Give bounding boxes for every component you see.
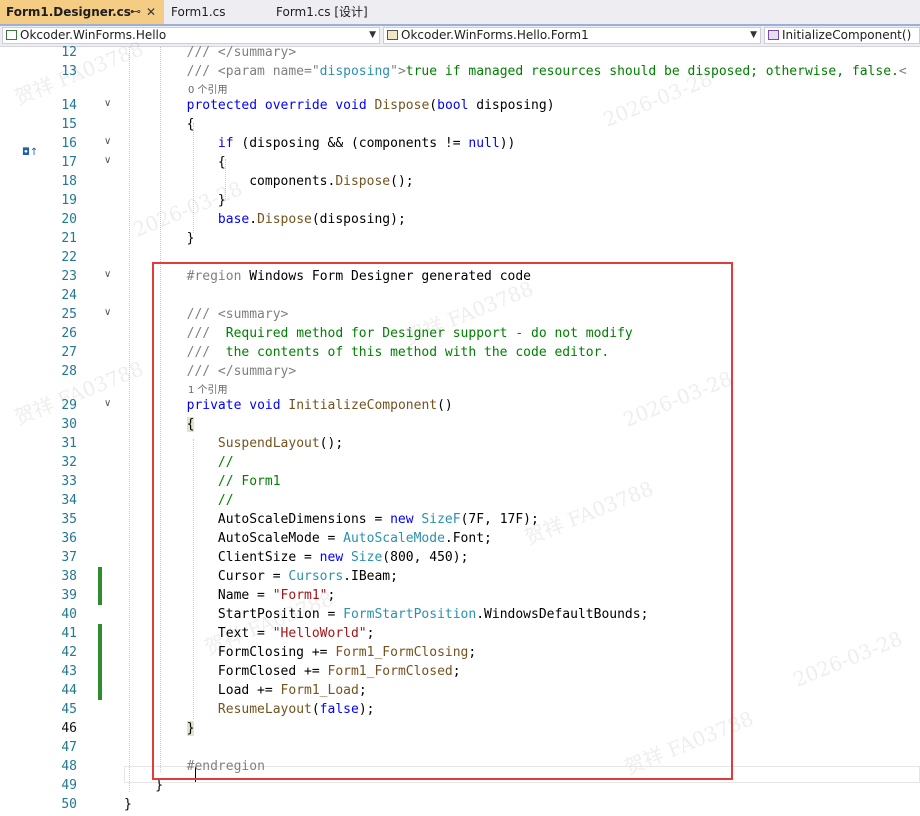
code-line: /// </summary> [124, 45, 297, 60]
line-number: 22 [61, 250, 77, 265]
project-dropdown-value: Okcoder.WinForms.Hello [20, 28, 167, 42]
line-number: 23 [61, 269, 77, 284]
document-tab-bar: Form1.Designer.cs ⊷ ✕ Form1.cs Form1.cs … [0, 0, 920, 26]
line-number: 14 [61, 98, 77, 113]
line-number: 18 [61, 174, 77, 189]
class-dropdown-value: Okcoder.WinForms.Hello.Form1 [401, 28, 589, 42]
code-line: /// <param name="disposing">true if mana… [124, 64, 907, 79]
line-number: 12 [61, 45, 77, 60]
line-number: 32 [61, 455, 77, 470]
codelens-references[interactable]: 0 个引用 [188, 81, 228, 96]
line-number: 39 [61, 588, 77, 603]
code-line: { [124, 155, 226, 170]
code-line: } [124, 778, 164, 793]
member-dropdown[interactable]: InitializeComponent() [764, 27, 920, 44]
class-dropdown[interactable]: Okcoder.WinForms.Hello.Form1 ▼ [383, 27, 761, 44]
class-icon [387, 30, 398, 40]
line-number: 45 [61, 702, 77, 717]
line-number: 21 [61, 231, 77, 246]
line-number: 17 [61, 155, 77, 170]
change-marker [98, 624, 102, 700]
code-line: protected override void Dispose(bool dis… [186, 98, 555, 113]
line-number: 13 [61, 64, 77, 79]
close-icon[interactable]: ✕ [146, 0, 156, 24]
chevron-down-icon: ▼ [369, 30, 376, 40]
line-number: 41 [61, 626, 77, 641]
code-line: if (disposing && (components != null)) [217, 136, 516, 151]
line-number: 26 [61, 326, 77, 341]
csharp-project-icon [6, 30, 17, 40]
tab-form1-cs[interactable]: Form1.cs [165, 0, 269, 24]
line-number: 33 [61, 474, 77, 489]
tab-form1-design[interactable]: Form1.cs [设计] [270, 0, 390, 24]
line-number: 34 [61, 493, 77, 508]
line-number: 31 [61, 436, 77, 451]
line-number: 25 [61, 307, 77, 322]
project-dropdown[interactable]: Okcoder.WinForms.Hello ▼ [2, 27, 380, 44]
line-number: 44 [61, 683, 77, 698]
tab-label: Form1.cs [设计] [276, 5, 368, 19]
line-number: 50 [61, 797, 77, 812]
line-number: 15 [61, 117, 77, 132]
fold-chevron-icon[interactable]: ∨ [104, 398, 111, 409]
change-marker [98, 567, 102, 605]
code-line: components.Dispose(); [124, 174, 414, 189]
line-number: 35 [61, 512, 77, 527]
line-number: 43 [61, 664, 77, 679]
line-number: 46 [61, 721, 77, 736]
tab-label: Form1.Designer.cs [6, 5, 131, 19]
line-number: 38 [61, 569, 77, 584]
line-number: 27 [61, 345, 77, 360]
watermark: 2026-03-28 [789, 626, 906, 692]
code-line: } [124, 797, 132, 812]
tab-form1-designer[interactable]: Form1.Designer.cs ⊷ ✕ [0, 0, 164, 24]
line-number: 42 [61, 645, 77, 660]
line-number: 29 [61, 398, 77, 413]
fold-chevron-icon[interactable]: ∨ [104, 136, 111, 147]
line-number: 49 [61, 778, 77, 793]
method-icon [768, 30, 779, 40]
chevron-down-icon: ▼ [750, 30, 757, 40]
line-number: 48 [61, 759, 77, 774]
code-line: } [124, 231, 195, 246]
member-dropdown-value: InitializeComponent() [782, 28, 912, 42]
fold-chevron-icon[interactable]: ∨ [104, 98, 111, 109]
line-number: 47 [61, 740, 77, 755]
line-number: 19 [61, 193, 77, 208]
tab-label: Form1.cs [171, 5, 226, 19]
code-line: } [124, 193, 226, 208]
code-line: { [124, 117, 195, 132]
fold-chevron-icon[interactable]: ∨ [104, 155, 111, 166]
line-number: 40 [61, 607, 77, 622]
line-number: 28 [61, 364, 77, 379]
line-number: 37 [61, 550, 77, 565]
line-number: 24 [61, 288, 77, 303]
pin-icon[interactable]: ⊷ [130, 0, 141, 24]
line-number: 30 [61, 417, 77, 432]
fold-chevron-icon[interactable]: ∨ [104, 269, 111, 280]
highlight-annotation-box [152, 262, 733, 780]
line-number: 16 [61, 136, 77, 151]
code-line: base.Dispose(disposing); [217, 212, 406, 227]
line-number: 20 [61, 212, 77, 227]
fold-chevron-icon[interactable]: ∨ [104, 307, 111, 318]
line-number: 36 [61, 531, 77, 546]
